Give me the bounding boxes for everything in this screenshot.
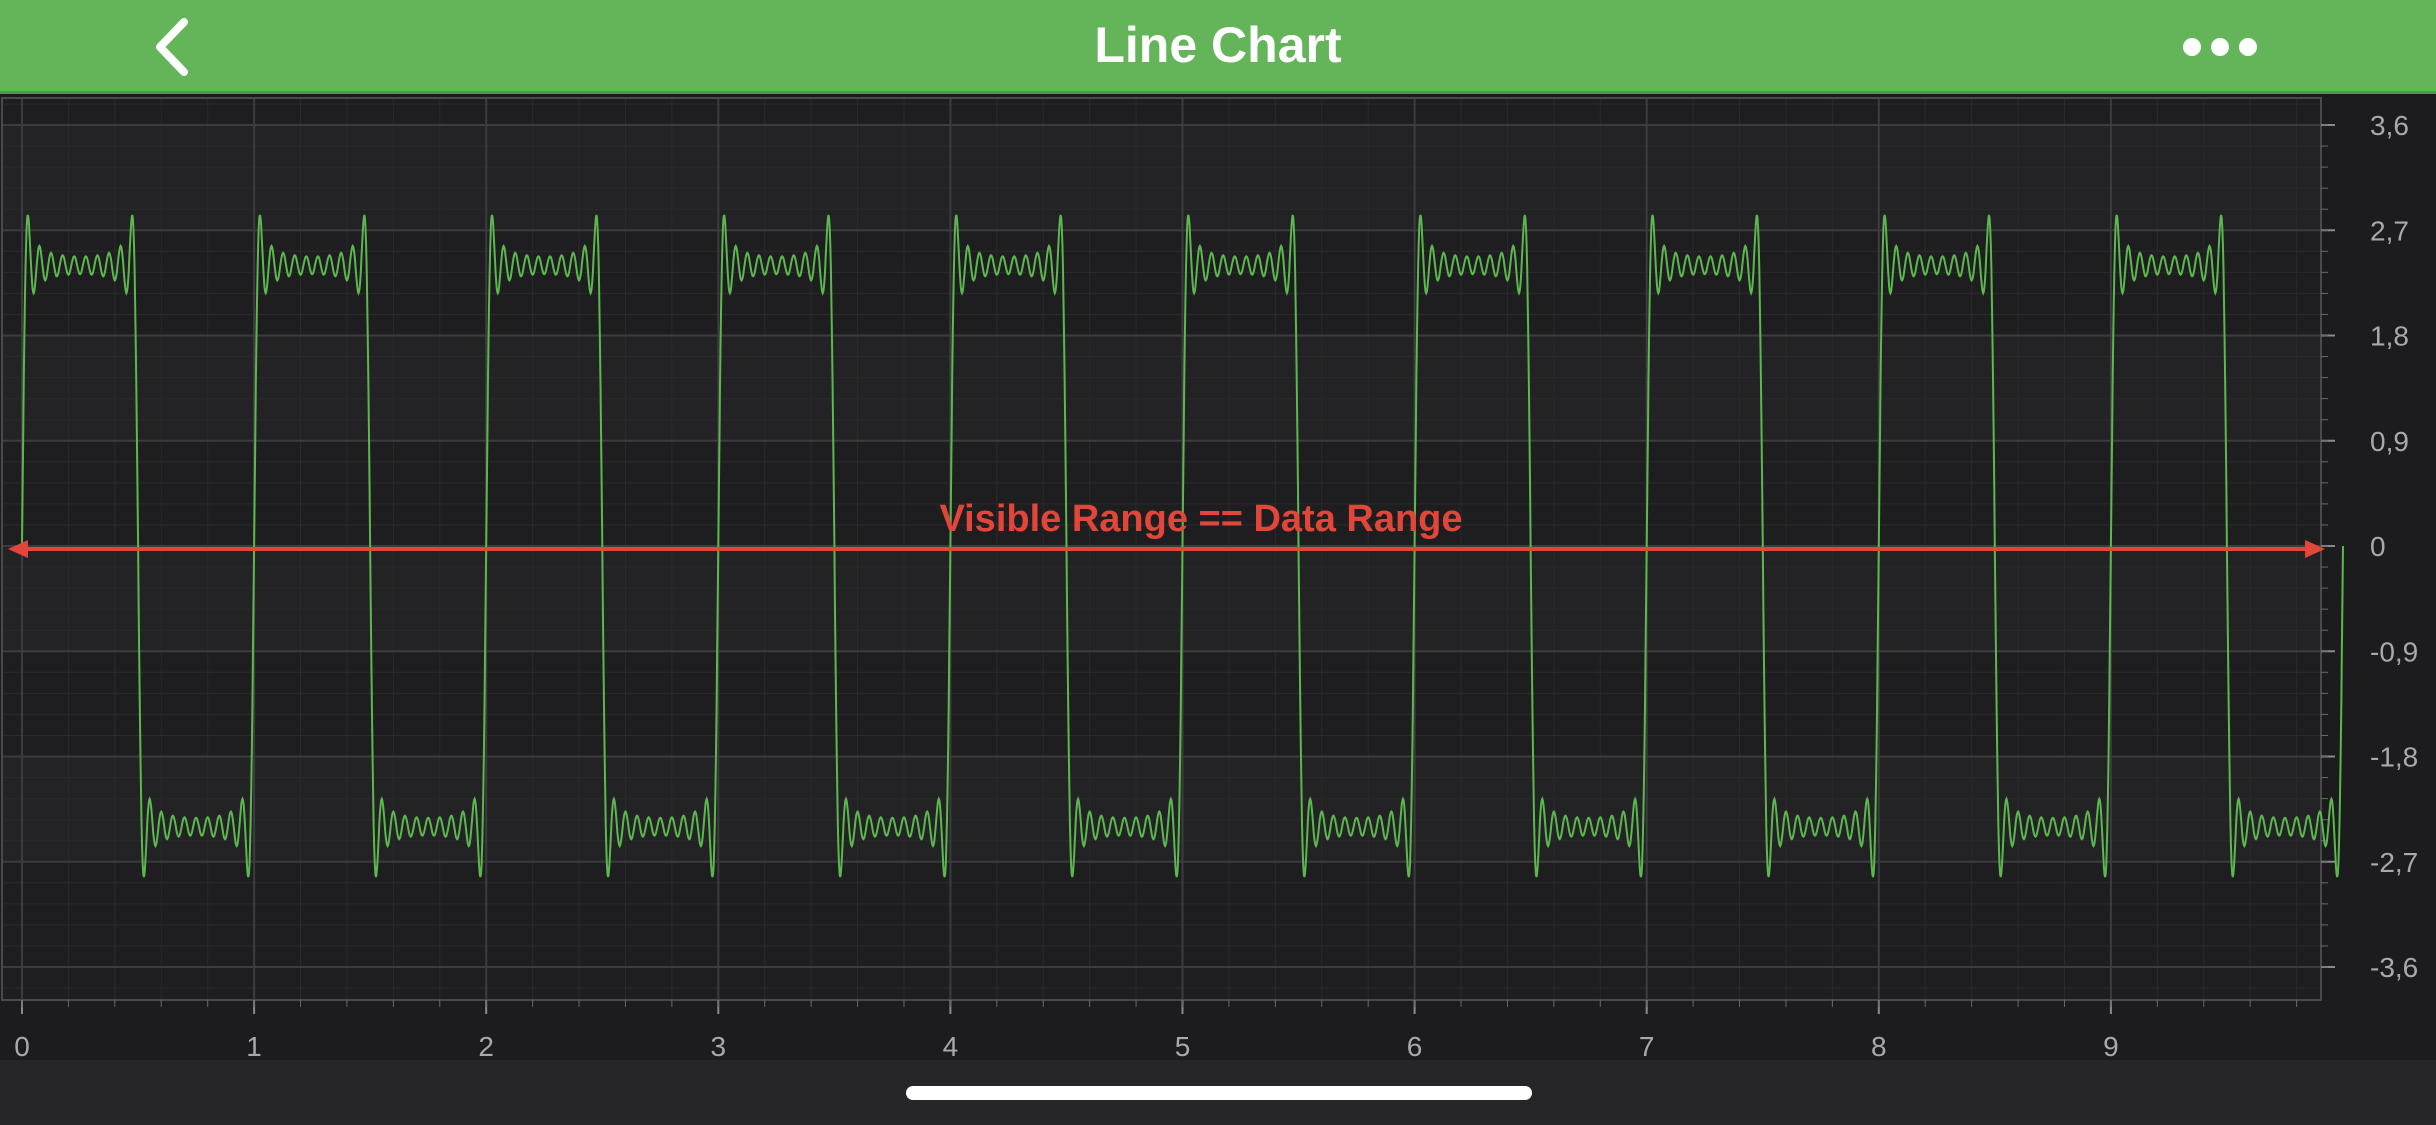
chevron-left-icon xyxy=(156,18,188,76)
back-button[interactable] xyxy=(140,8,220,86)
x-tick-label: 3 xyxy=(711,1031,727,1060)
grid-band xyxy=(2,756,2321,862)
y-tick-label: 1,8 xyxy=(2370,321,2409,352)
more-button[interactable] xyxy=(2170,20,2270,74)
y-tick-label: 3,6 xyxy=(2370,110,2409,141)
y-tick-label: -1,8 xyxy=(2370,742,2418,773)
annotation-label: Visible Range == Data Range xyxy=(939,498,1462,540)
x-tick-label: 6 xyxy=(1407,1031,1423,1060)
home-indicator-area xyxy=(0,1060,2436,1125)
x-tick-label: 1 xyxy=(246,1031,262,1060)
x-tick-label: 9 xyxy=(2103,1031,2119,1060)
chart-svg[interactable]: 3,6 2,7 1,8 0,9 0 -0,9 -1,8 -2,7 -3,6 0 1 2 3 4 5 6 7 8 9 V… xyxy=(0,94,2436,1060)
x-tick-label: 2 xyxy=(478,1031,494,1060)
x-tick-label: 7 xyxy=(1639,1031,1655,1060)
y-tick-label: 2,7 xyxy=(2370,215,2409,246)
grid-band xyxy=(2,125,2321,231)
navigation-bar: Line Chart xyxy=(0,0,2436,94)
x-tick-label: 5 xyxy=(1175,1031,1191,1060)
grid-band xyxy=(2,335,2321,441)
y-tick-label: -3,6 xyxy=(2370,952,2418,983)
line-chart[interactable]: 3,6 2,7 1,8 0,9 0 -0,9 -1,8 -2,7 -3,6 0 1 2 3 4 5 6 7 8 9 V… xyxy=(0,94,2436,1060)
x-tick-label: 4 xyxy=(943,1031,959,1060)
y-tick-label: -2,7 xyxy=(2370,847,2418,878)
y-tick-label: -0,9 xyxy=(2370,636,2418,667)
x-tick-label: 0 xyxy=(14,1031,30,1060)
more-horizontal-icon xyxy=(2183,38,2257,56)
x-tick-label: 8 xyxy=(1871,1031,1887,1060)
y-tick-label: 0,9 xyxy=(2370,426,2409,457)
page-title: Line Chart xyxy=(1094,17,1342,73)
home-indicator[interactable] xyxy=(906,1086,1532,1100)
y-tick-label: 0 xyxy=(2370,531,2386,562)
grid-band xyxy=(2,546,2321,652)
